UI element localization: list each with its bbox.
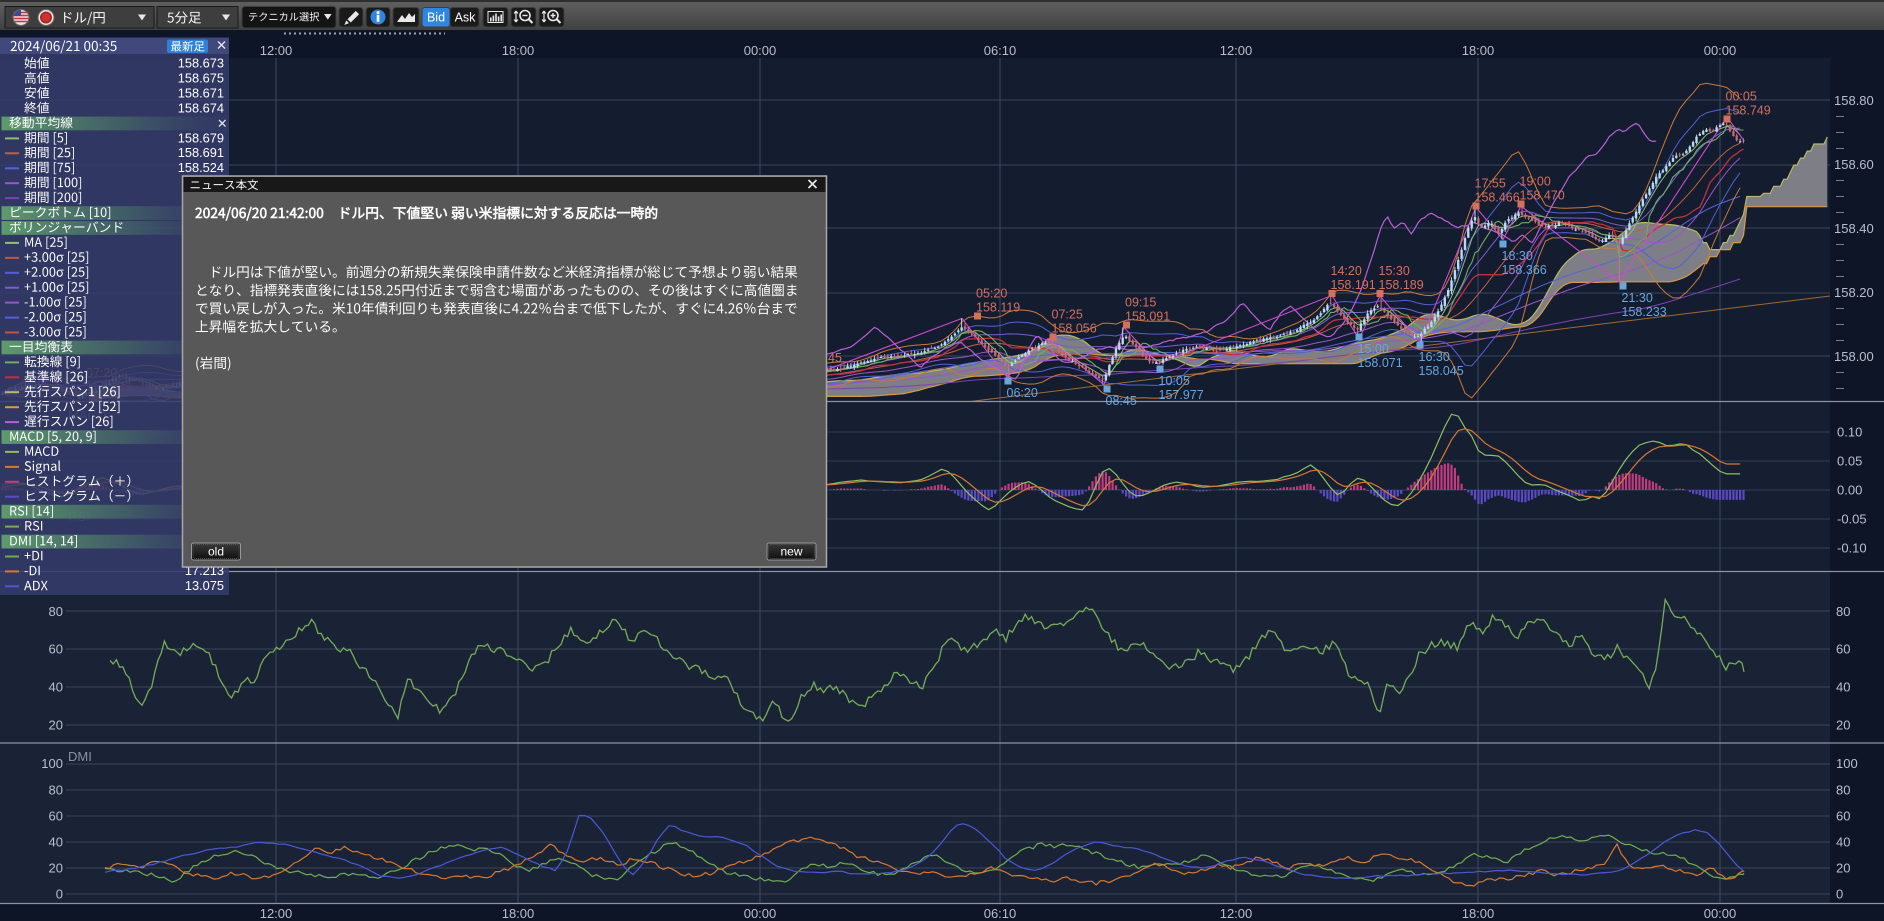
- svg-text:00:00: 00:00: [1704, 906, 1737, 921]
- svg-text:45: 45: [828, 351, 842, 365]
- svg-text:60: 60: [49, 808, 63, 823]
- svg-text:13.075: 13.075: [185, 578, 224, 593]
- svg-text:158.233: 158.233: [1622, 305, 1667, 319]
- svg-text:80: 80: [1836, 782, 1850, 797]
- svg-text:00:00: 00:00: [744, 43, 777, 58]
- svg-text:08:45: 08:45: [1106, 394, 1137, 408]
- svg-text:20: 20: [1836, 717, 1850, 732]
- svg-text:158.071: 158.071: [1358, 356, 1403, 370]
- svg-text:Bid: Bid: [427, 11, 445, 25]
- svg-text:158.674: 158.674: [178, 100, 224, 115]
- svg-text:158.091: 158.091: [1125, 310, 1170, 324]
- svg-text:80: 80: [49, 782, 63, 797]
- svg-text:158.671: 158.671: [178, 86, 224, 101]
- svg-text:100: 100: [1836, 756, 1858, 771]
- svg-text:19:00: 19:00: [1520, 175, 1551, 189]
- svg-text:80: 80: [49, 604, 63, 619]
- svg-text:158.045: 158.045: [1419, 364, 1464, 378]
- svg-text:12:00: 12:00: [260, 43, 293, 58]
- svg-text:Ask: Ask: [455, 11, 477, 25]
- svg-text:0: 0: [1836, 887, 1843, 902]
- svg-text:158.119: 158.119: [976, 301, 1020, 315]
- svg-text:12:00: 12:00: [260, 906, 293, 921]
- svg-text:18:00: 18:00: [502, 43, 535, 58]
- svg-text:-0.10: -0.10: [1837, 540, 1867, 555]
- svg-text:00:00: 00:00: [744, 906, 777, 921]
- svg-text:158.40: 158.40: [1834, 221, 1874, 236]
- svg-text:0.05: 0.05: [1837, 454, 1862, 469]
- svg-text:40: 40: [1836, 834, 1850, 849]
- svg-text:158.679: 158.679: [178, 130, 224, 145]
- svg-text:60: 60: [1836, 808, 1850, 823]
- svg-text:00:05: 00:05: [1726, 90, 1757, 104]
- svg-text:0.00: 0.00: [1837, 483, 1862, 498]
- svg-text:60: 60: [1836, 642, 1850, 657]
- svg-text:100: 100: [41, 756, 63, 771]
- svg-text:40: 40: [1836, 680, 1850, 695]
- svg-text:158.749: 158.749: [1726, 104, 1771, 118]
- svg-text:20: 20: [49, 717, 63, 732]
- svg-text:158.189: 158.189: [1379, 278, 1424, 292]
- svg-text:17:55: 17:55: [1475, 177, 1506, 191]
- svg-text:158.60: 158.60: [1834, 157, 1874, 172]
- svg-text:158.191: 158.191: [1331, 278, 1376, 292]
- svg-text:158.00: 158.00: [1834, 349, 1874, 364]
- svg-text:15:30: 15:30: [1379, 264, 1410, 278]
- svg-text:15:00: 15:00: [1358, 342, 1389, 356]
- svg-text:20: 20: [49, 860, 63, 875]
- svg-text:40: 40: [49, 680, 63, 695]
- svg-text:18:00: 18:00: [1462, 43, 1495, 58]
- svg-text:18:00: 18:00: [502, 906, 535, 921]
- svg-text:0: 0: [56, 887, 63, 902]
- svg-text:157.977: 157.977: [1159, 388, 1204, 402]
- svg-text:158.524: 158.524: [178, 160, 224, 175]
- svg-text:18:00: 18:00: [1462, 906, 1495, 921]
- svg-text:158.366: 158.366: [1502, 263, 1547, 277]
- svg-text:06:10: 06:10: [984, 906, 1017, 921]
- svg-text:158.470: 158.470: [1520, 189, 1565, 203]
- svg-text:158.80: 158.80: [1834, 93, 1874, 108]
- svg-text:14:20: 14:20: [1331, 264, 1362, 278]
- svg-text:DMI: DMI: [68, 749, 92, 764]
- svg-text:10:05: 10:05: [1159, 374, 1190, 388]
- svg-text:07:25: 07:25: [1052, 308, 1083, 322]
- svg-text:12:00: 12:00: [1220, 43, 1253, 58]
- svg-text:16:30: 16:30: [1419, 350, 1450, 364]
- svg-text:158.673: 158.673: [178, 56, 224, 71]
- svg-text:158.20: 158.20: [1834, 285, 1874, 300]
- svg-text:18:30: 18:30: [1502, 249, 1533, 263]
- svg-text:00:00: 00:00: [1704, 43, 1737, 58]
- svg-text:-0.05: -0.05: [1837, 511, 1867, 526]
- svg-text:21:30: 21:30: [1622, 291, 1653, 305]
- svg-text:20: 20: [1836, 860, 1850, 875]
- svg-text:06:20: 06:20: [1007, 386, 1038, 400]
- svg-text:05:20: 05:20: [976, 287, 1007, 301]
- svg-text:158.691: 158.691: [178, 145, 224, 160]
- svg-text:0.10: 0.10: [1837, 425, 1862, 440]
- svg-text:new: new: [780, 545, 802, 559]
- svg-text:09:15: 09:15: [1125, 296, 1156, 310]
- svg-text:158.466: 158.466: [1475, 191, 1520, 205]
- svg-text:old: old: [208, 545, 224, 559]
- svg-text:40: 40: [49, 834, 63, 849]
- svg-text:158.056: 158.056: [1052, 322, 1097, 336]
- svg-text:60: 60: [49, 642, 63, 657]
- svg-text:80: 80: [1836, 604, 1850, 619]
- svg-text:12:00: 12:00: [1220, 906, 1253, 921]
- svg-text:06:10: 06:10: [984, 43, 1017, 58]
- svg-text:158.675: 158.675: [178, 71, 224, 86]
